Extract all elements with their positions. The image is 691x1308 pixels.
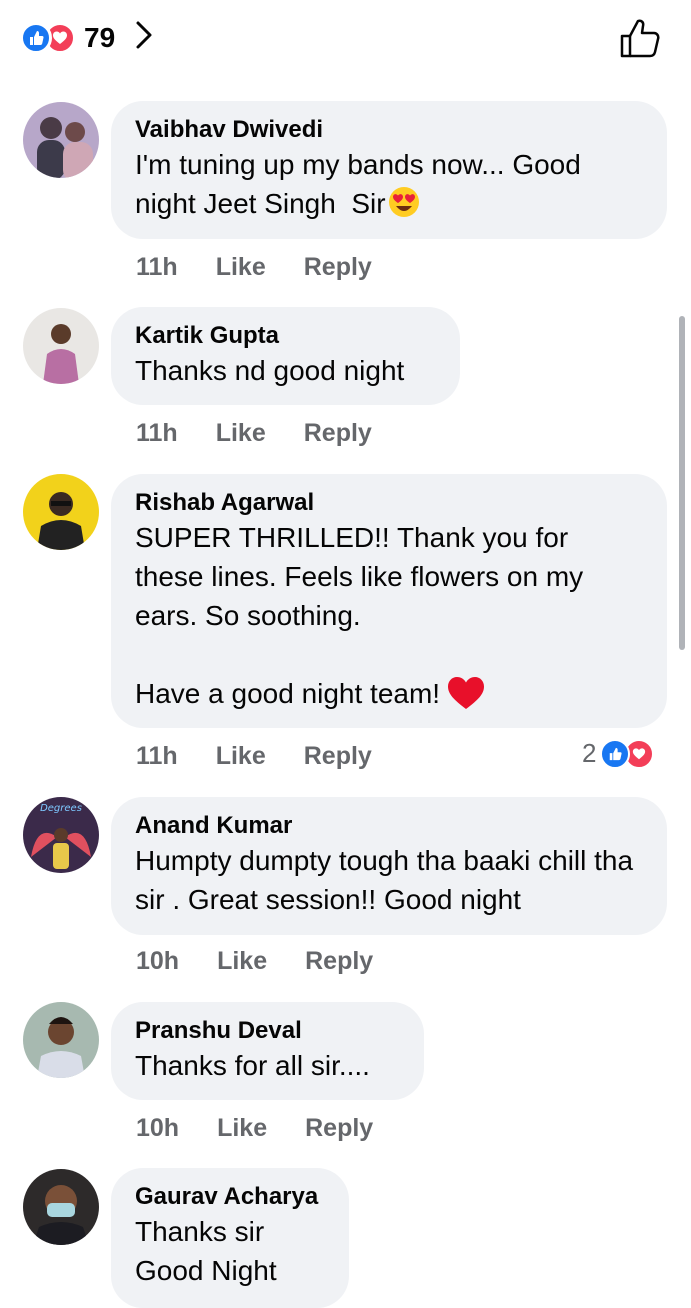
reply-button[interactable]: Reply [304,742,372,771]
like-button[interactable]: Like [216,742,266,771]
comment-actions: 10h Like Reply [136,947,373,976]
avatar-anand-kumar[interactable]: Degrees [23,797,99,873]
reply-button[interactable]: Reply [305,947,373,976]
comment-text: Thanks sir Good Night [135,1216,277,1286]
like-button[interactable]: Like [217,1114,267,1143]
comment-bubble[interactable]: Rishab Agarwal SUPER THRILLED!! Thank yo… [111,474,667,728]
like-button[interactable]: Like [216,419,266,448]
reply-button[interactable]: Reply [304,253,372,282]
comment-text: I'm tuning up my bands now... Good night… [135,145,643,223]
comment-actions: 11h Like Reply [136,419,372,448]
avatar-gaurav-acharya[interactable] [23,1169,99,1245]
like-icon [20,21,52,54]
comment-author[interactable]: Pranshu Deval [135,1016,400,1046]
comment-reaction-count: 2 [582,738,597,768]
avatar-vaibhav-dwivedi[interactable] [23,102,99,178]
red-heart-emoji-icon [448,677,485,709]
comment-bubble[interactable]: Anand Kumar Humpty dumpty tough tha baak… [111,797,667,935]
comment-bubble[interactable]: Gaurav Acharya Thanks sir Good Night [111,1168,349,1308]
comment-time[interactable]: 11h [136,419,178,448]
comment-time[interactable]: 11h [136,253,178,282]
avatar-pranshu-deval[interactable] [23,1002,99,1078]
comment-time[interactable]: 10h [136,947,179,976]
avatar-kartik-gupta[interactable] [23,308,99,384]
comment-text: Thanks nd good night [135,355,405,386]
comment-text: Humpty dumpty tough tha baaki chill tha … [135,845,641,915]
reply-button[interactable]: Reply [304,419,372,448]
comment-text: SUPER THRILLED!! Thank you for these lin… [135,518,643,713]
reaction-count: 79 [84,21,116,53]
comment-author[interactable]: Kartik Gupta [135,321,436,351]
comment-author[interactable]: Rishab Agarwal [135,488,643,518]
reply-button[interactable]: Reply [305,1114,373,1143]
comment-actions: 10h Like Reply [136,1114,373,1143]
comment-text-body: SUPER THRILLED!! Thank you for these lin… [135,522,584,709]
reactions-header: 79 [0,0,691,80]
comment-text: Thanks for all sir.... [135,1050,370,1081]
like-button[interactable]: Like [217,947,267,976]
comment-time[interactable]: 11h [136,742,178,771]
comment-reactions[interactable]: 2 [582,738,655,769]
like-post-button[interactable] [618,16,662,65]
comment-text-body: I'm tuning up my bands now... Good night… [135,149,589,219]
comment-bubble[interactable]: Pranshu Deval Thanks for all sir.... [111,1002,424,1100]
chevron-right-icon[interactable] [135,20,153,55]
comment-bubble[interactable]: Vaibhav Dwivedi I'm tuning up my bands n… [111,101,667,239]
comment-author[interactable]: Anand Kumar [135,811,643,841]
heart-eyes-emoji-icon [388,187,419,217]
comment-bubble[interactable]: Kartik Gupta Thanks nd good night [111,307,460,405]
comment-author[interactable]: Vaibhav Dwivedi [135,115,643,145]
comment-actions: 11h Like Reply [136,742,372,771]
comment-author[interactable]: Gaurav Acharya [135,1182,325,1212]
comment-actions: 11h Like Reply [136,253,372,282]
reactions-summary[interactable]: 79 [20,20,153,55]
comment-time[interactable]: 10h [136,1114,179,1143]
like-icon [600,738,631,769]
avatar-neon-sign-text: Degrees [40,803,82,814]
thumbs-up-outline-icon [620,19,660,58]
scrollbar[interactable] [679,316,685,650]
like-button[interactable]: Like [216,253,266,282]
avatar-rishab-agarwal[interactable] [23,474,99,550]
